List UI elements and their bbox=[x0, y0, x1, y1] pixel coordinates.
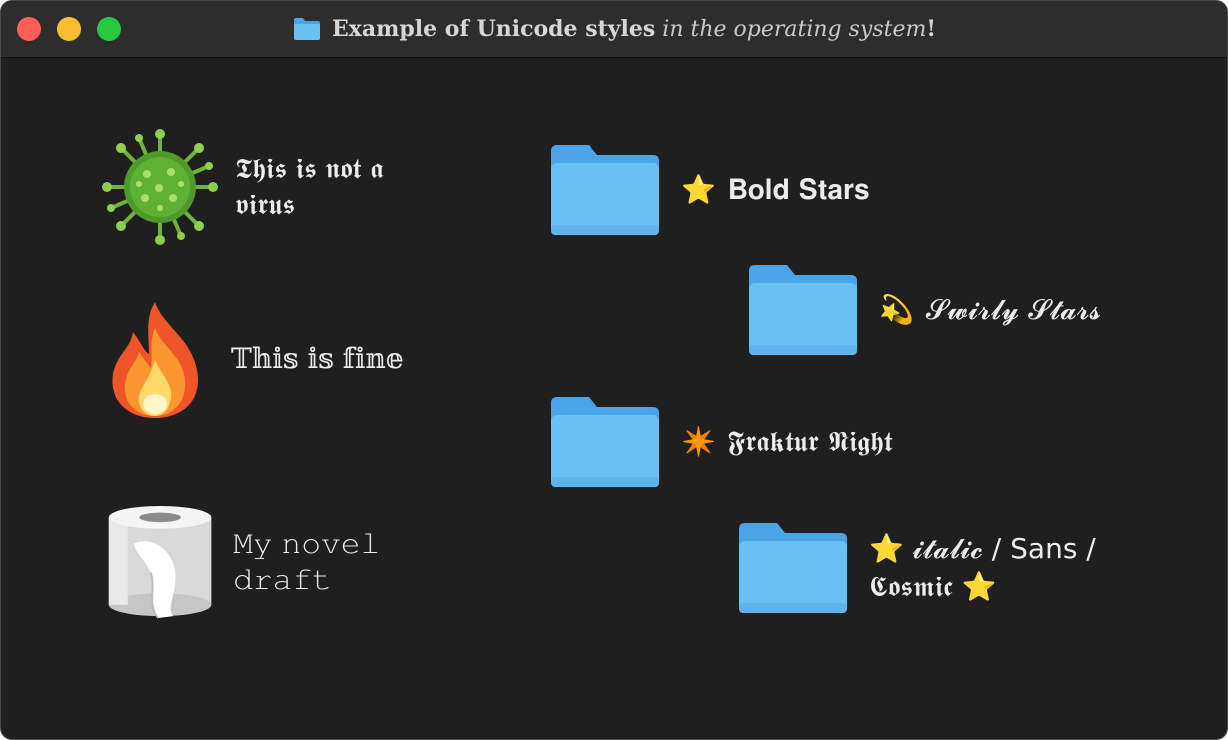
folder-icon bbox=[739, 523, 847, 613]
folder-item-fraktur-night[interactable]: ✴️ 𝕱𝖗𝖆𝖐𝖙𝖚𝖗 𝕹𝖎𝖌𝖍𝖙 bbox=[549, 395, 969, 489]
dizzy-icon: 💫 bbox=[879, 293, 914, 326]
star-icon: ⭐ bbox=[869, 532, 904, 565]
folder-item-italic-sans-cosmic[interactable]: ⭐ 𝓲𝓽𝓪𝓵𝓲𝓬 / Sans / 𝕮𝖔𝖘𝖒𝖎𝖈 ⭐ bbox=[737, 521, 1167, 615]
folder-icon bbox=[551, 145, 659, 235]
label-cosmic: 𝕮𝖔𝖘𝖒𝖎𝖈 bbox=[869, 570, 953, 603]
star-icon: ⭐ bbox=[961, 570, 997, 603]
title-bold: Example of Unicode styles bbox=[331, 16, 656, 42]
folder-icon bbox=[551, 397, 659, 487]
star-icon: ⭐ bbox=[681, 173, 716, 206]
desktop-item-toilet-paper[interactable]: 𝙼𝚢 𝚗𝚘𝚟𝚎𝚕 𝚍𝚛𝚊𝚏𝚝 bbox=[105, 501, 475, 623]
folder-label-bold-stars: 𝐁𝐨𝐥𝐝 𝐒𝐭𝐚𝐫𝐬 bbox=[727, 173, 870, 206]
folder-label-italic-sans-cosmic: ⭐ 𝓲𝓽𝓪𝓵𝓲𝓬 / Sans / 𝕮𝖔𝖘𝖒𝖎𝖈 ⭐ bbox=[869, 530, 1159, 606]
toilet-paper-icon bbox=[108, 505, 212, 619]
app-window: Example of Unicode styles in the operati… bbox=[0, 0, 1228, 740]
desktop-item-fire[interactable]: 𝕋𝕙𝕚𝕤 𝕚𝕤 𝕗𝕚𝕟𝕖 bbox=[105, 297, 435, 421]
desktop-item-virus[interactable]: 𝕿𝖍𝖎𝖘 𝖎𝖘 𝖓𝖔𝖙 𝖆 𝖛𝖎𝖗𝖚𝖘 bbox=[101, 127, 461, 247]
title-italic: in the operating system bbox=[662, 17, 927, 42]
item-label-fire: 𝕋𝕙𝕚𝕤 𝕚𝕤 𝕗𝕚𝕟𝕖 bbox=[231, 342, 404, 375]
folder-label-swirly-stars: 𝓢𝔀𝓲𝓻𝓵𝔂 𝓢𝓽𝓪𝓻𝓼 bbox=[925, 293, 1102, 326]
label-italic: 𝓲𝓽𝓪𝓵𝓲𝓬 bbox=[912, 532, 983, 565]
folder-label-fraktur-night: 𝕱𝖗𝖆𝖐𝖙𝖚𝖗 𝕹𝖎𝖌𝖍𝖙 bbox=[727, 425, 893, 458]
eight-pointed-star-icon: ✴️ bbox=[681, 425, 716, 458]
folder-icon bbox=[293, 18, 320, 40]
fire-icon bbox=[112, 302, 198, 418]
window-title: Example of Unicode styles in the operati… bbox=[1, 13, 1227, 45]
folder-item-swirly-stars[interactable]: 💫 𝓢𝔀𝓲𝓻𝓵𝔂 𝓢𝓽𝓪𝓻𝓼 bbox=[747, 263, 1167, 357]
title-bar: Example of Unicode styles in the operati… bbox=[1, 1, 1227, 58]
item-label-toilet-paper: 𝙼𝚢 𝚗𝚘𝚟𝚎𝚕 𝚍𝚛𝚊𝚏𝚝 bbox=[233, 527, 381, 596]
folder-item-bold-stars[interactable]: ⭐ 𝐁𝐨𝐥𝐝 𝐒𝐭𝐚𝐫𝐬 bbox=[549, 143, 909, 237]
label-sans: / Sans / bbox=[982, 532, 1096, 565]
virus-icon bbox=[102, 129, 218, 245]
title-bang: ! bbox=[926, 16, 937, 42]
folder-icon bbox=[749, 265, 857, 355]
item-label-virus: 𝕿𝖍𝖎𝖘 𝖎𝖘 𝖓𝖔𝖙 𝖆 𝖛𝖎𝖗𝖚𝖘 bbox=[235, 152, 384, 221]
